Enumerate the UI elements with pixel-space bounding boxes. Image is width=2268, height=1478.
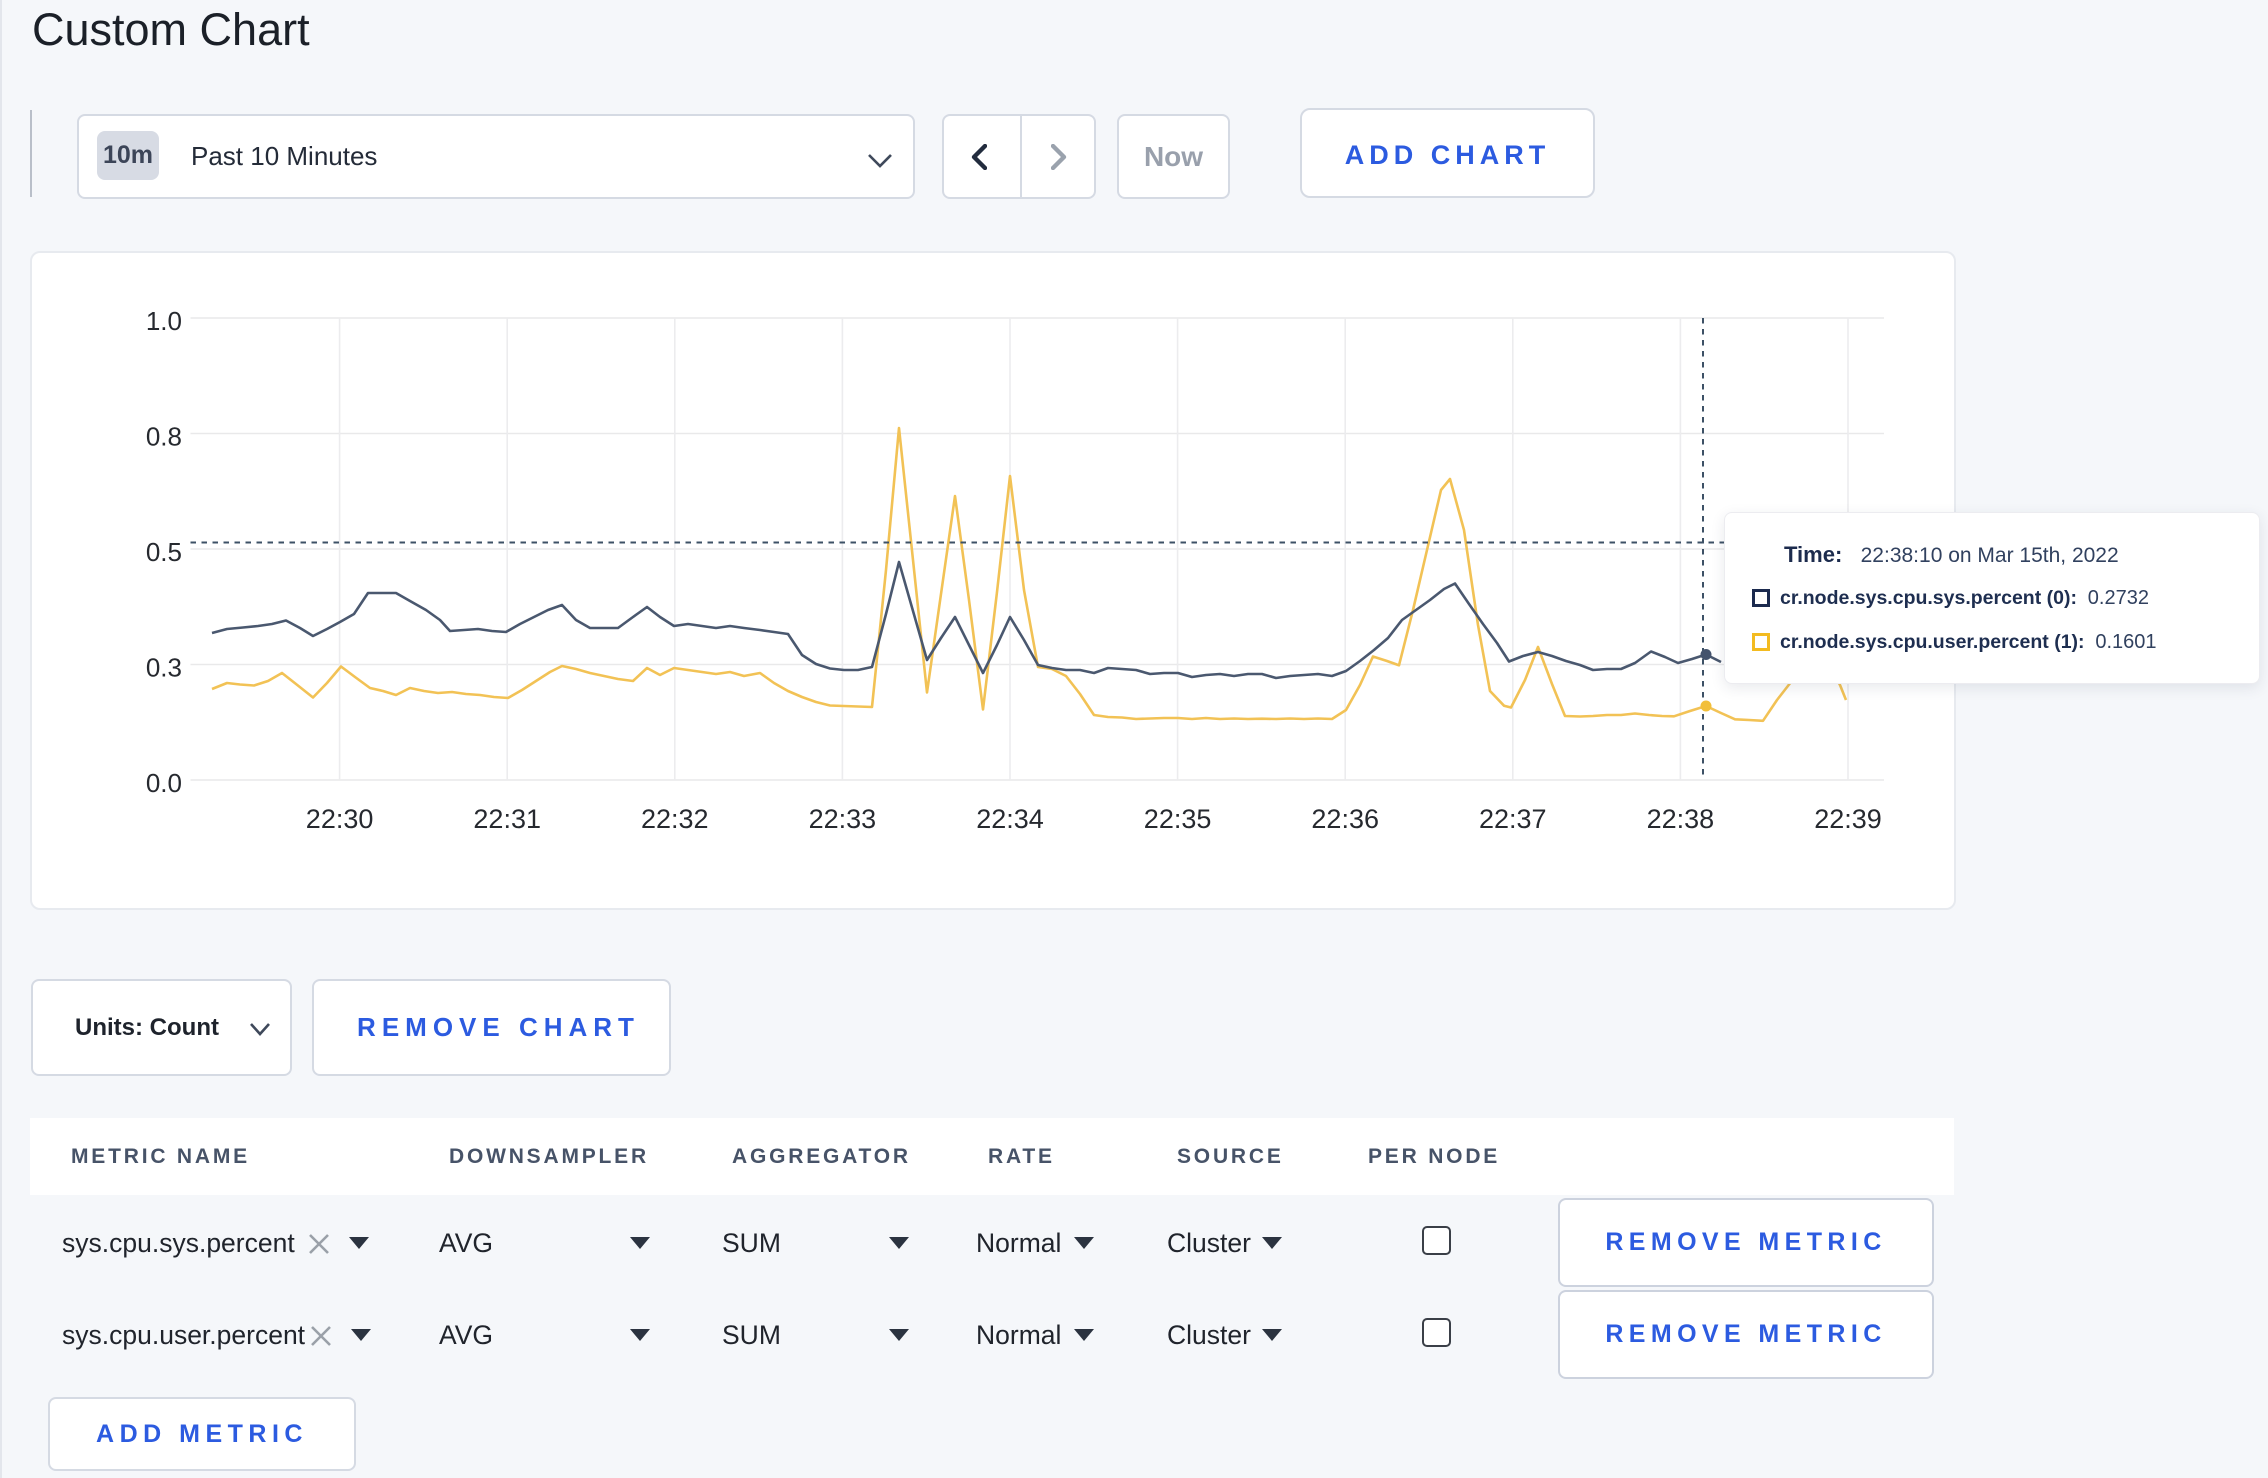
svg-text:22:37: 22:37 [1479,804,1547,834]
svg-text:0.8: 0.8 [146,422,182,452]
svg-text:1.0: 1.0 [146,306,182,336]
svg-text:22:32: 22:32 [641,804,709,834]
svg-text:22:33: 22:33 [809,804,877,834]
svg-text:0.0: 0.0 [146,768,182,798]
svg-text:22:39: 22:39 [1814,804,1882,834]
svg-text:22:34: 22:34 [976,804,1044,834]
svg-text:22:35: 22:35 [1144,804,1212,834]
svg-text:22:31: 22:31 [473,804,541,834]
svg-text:0.3: 0.3 [146,653,182,683]
svg-text:0.5: 0.5 [146,537,182,567]
svg-text:22:38: 22:38 [1647,804,1715,834]
svg-text:22:30: 22:30 [306,804,374,834]
svg-text:22:36: 22:36 [1311,804,1379,834]
